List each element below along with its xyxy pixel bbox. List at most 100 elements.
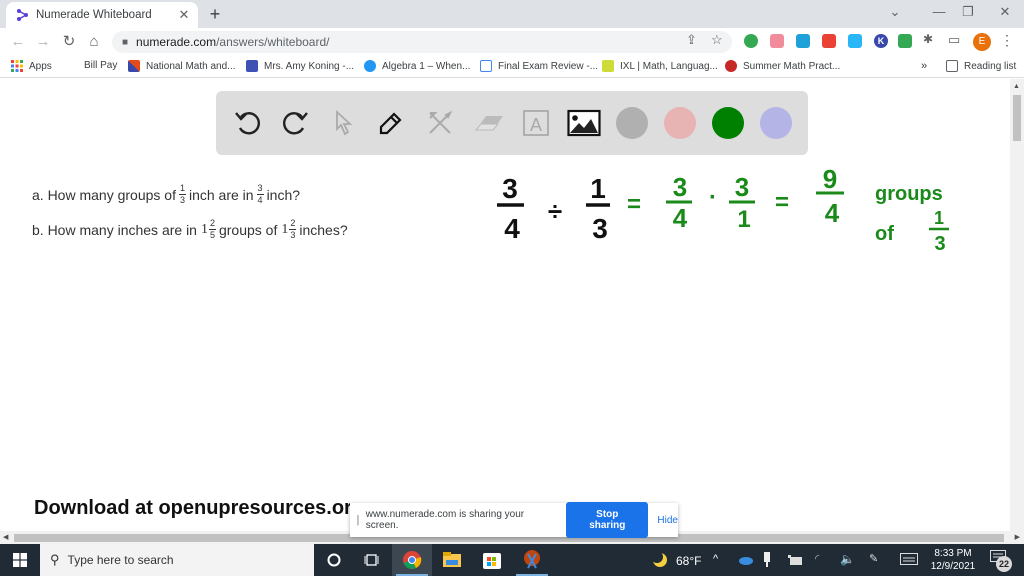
taskbar-search[interactable]: ⚲ Type here to search [40,544,314,576]
hw-groups-word: groups [875,183,943,205]
undo-icon [235,112,260,135]
hw-dot: · [709,184,717,211]
forward-button[interactable]: → [34,33,52,51]
lock-icon: ■ [122,36,129,48]
bookmark-summer-math[interactable]: Summer Math Pract... [725,60,840,72]
restore-button[interactable]: ❐ [958,4,978,20]
tools-button[interactable] [422,105,458,141]
windows-taskbar: ⚲ Type here to search 68°F ^ ◜ 🔈 ✎ 8:33 … [0,544,1024,576]
bookmark-amy-koning[interactable]: Mrs. Amy Koning -... [246,60,354,72]
summer-math-icon [725,60,737,72]
share-icon[interactable]: ⇪ [686,32,697,48]
bookmark-ixl[interactable]: IXL | Math, Languag... [602,60,718,72]
color-swatch-pink[interactable] [664,107,696,139]
cortana-button[interactable] [314,544,354,576]
address-bar[interactable]: ■ numerade.com/answers/whiteboard/ [112,31,732,53]
taskbar-microsoft-store[interactable] [472,544,512,576]
hw-divide-sign: ÷ [548,196,562,226]
usb-device-icon[interactable] [763,552,771,571]
new-tab-button[interactable]: + [205,4,225,25]
bookmark-final-exam-review[interactable]: Final Exam Review -... [480,60,598,72]
weather-moon-icon[interactable] [651,551,668,571]
hw-lhs-numerator: 3 [502,173,518,204]
hw-of-denominator: 3 [934,233,945,255]
touch-keyboard-icon[interactable] [900,553,918,568]
tab-search-icon[interactable]: ⌄ [885,4,905,20]
wifi-icon[interactable]: ◜ [815,552,819,565]
task-view-button[interactable] [352,544,392,576]
bookmark-bill-pay[interactable]: Bill Pay [84,60,117,71]
scroll-left-arrow[interactable]: ◀ [3,533,8,541]
text-box-icon: A [523,110,549,136]
screen-sharing-bar: || www.numerade.com is sharing your scre… [350,502,678,538]
k-extension-icon[interactable]: K [874,34,888,48]
bookmark-algebra-1[interactable]: Algebra 1 – When... [364,60,470,72]
bookmark-star-icon[interactable]: ☆ [711,32,723,48]
pen-workspace-icon[interactable]: ✎ [869,552,878,565]
extensions-puzzle-icon[interactable]: ✱ [923,32,933,46]
sharing-message: www.numerade.com is sharing your screen. [365,509,525,531]
handwritten-solution: 3 4 ÷ 1 3 = 3 4 · 3 1 = 9 4 groups of 1 … [497,164,949,255]
taskbar-chrome[interactable] [392,544,432,576]
reading-list-icon [946,60,958,72]
image-icon [567,109,601,137]
hw-p1-numerator: 3 [673,172,687,202]
taskbar-file-explorer[interactable] [432,544,472,576]
pink-play-extension-icon[interactable] [770,34,784,48]
reload-button[interactable]: ↻ [60,33,78,51]
close-icon[interactable]: ✕ [176,7,192,23]
reading-list-button[interactable]: Reading list [946,60,1016,72]
start-button[interactable] [0,544,40,576]
google-forms-icon [480,60,492,72]
pen-tool-button[interactable] [372,105,408,141]
profile-avatar[interactable]: E [973,33,991,51]
eraser-button[interactable] [471,105,507,141]
hw-p2-numerator: 3 [735,172,749,202]
green-face-extension-icon[interactable] [898,34,912,48]
vertical-scrollbar[interactable]: ▲ [1010,79,1024,531]
hw-lhs-denominator: 4 [504,213,520,244]
show-hidden-icons-chevron[interactable]: ^ [713,553,718,565]
cloud-extension-icon[interactable] [796,34,810,48]
mixed-fraction-two-fifths: 25 [208,218,216,240]
home-button[interactable]: ⌂ [85,33,103,51]
select-tool-button[interactable] [326,105,362,141]
onedrive-icon[interactable] [738,554,754,568]
drag-handle-icon[interactable]: || [356,514,359,526]
back-button[interactable]: ← [9,33,27,51]
menu-icon[interactable]: ⋮ [1000,32,1014,49]
search-icon: ⚲ [50,552,60,567]
blue-diamond-extension-icon[interactable] [848,34,862,48]
redo-button[interactable] [277,105,313,141]
color-swatch-green[interactable] [712,107,744,139]
action-center-button[interactable]: 22 [990,550,1012,572]
bookmarks-overflow-button[interactable]: » [921,60,927,72]
bookmark-apps[interactable]: Apps [11,60,52,72]
cast-icon[interactable]: ▭ [948,32,960,48]
stop-sharing-button[interactable]: Stop sharing [566,502,649,538]
scrollbar-thumb[interactable] [1013,95,1021,141]
image-tool-button[interactable] [566,105,602,141]
green-plus-extension-icon[interactable] [744,34,758,48]
hide-button[interactable]: Hide [657,515,678,526]
scroll-right-arrow[interactable]: ▶ [1015,533,1020,541]
close-window-button[interactable]: ✕ [995,4,1015,20]
volume-icon[interactable]: 🔈 [840,552,855,566]
bookmark-national-math[interactable]: National Math and... [128,60,236,72]
color-swatch-lavender[interactable] [760,107,792,139]
taskbar-clock[interactable]: 8:33 PM 12/9/2021 [928,547,978,573]
redo-icon [283,112,308,135]
task-view-icon [364,554,379,566]
tab-numerade-whiteboard[interactable]: Numerade Whiteboard ✕ [6,2,198,28]
scroll-up-arrow[interactable]: ▲ [1013,83,1020,90]
minimize-button[interactable]: — [929,4,949,19]
numerade-logo-icon [17,9,28,21]
red-bookmark-extension-icon[interactable] [822,34,836,48]
battery-network-icon[interactable] [788,554,802,568]
color-swatch-gray[interactable] [616,107,648,139]
taskbar-snipping-tool[interactable] [512,544,552,576]
undo-button[interactable] [230,105,266,141]
eraser-icon [474,116,503,131]
weather-temperature[interactable]: 68°F [676,554,701,568]
text-tool-button[interactable]: A [518,105,554,141]
